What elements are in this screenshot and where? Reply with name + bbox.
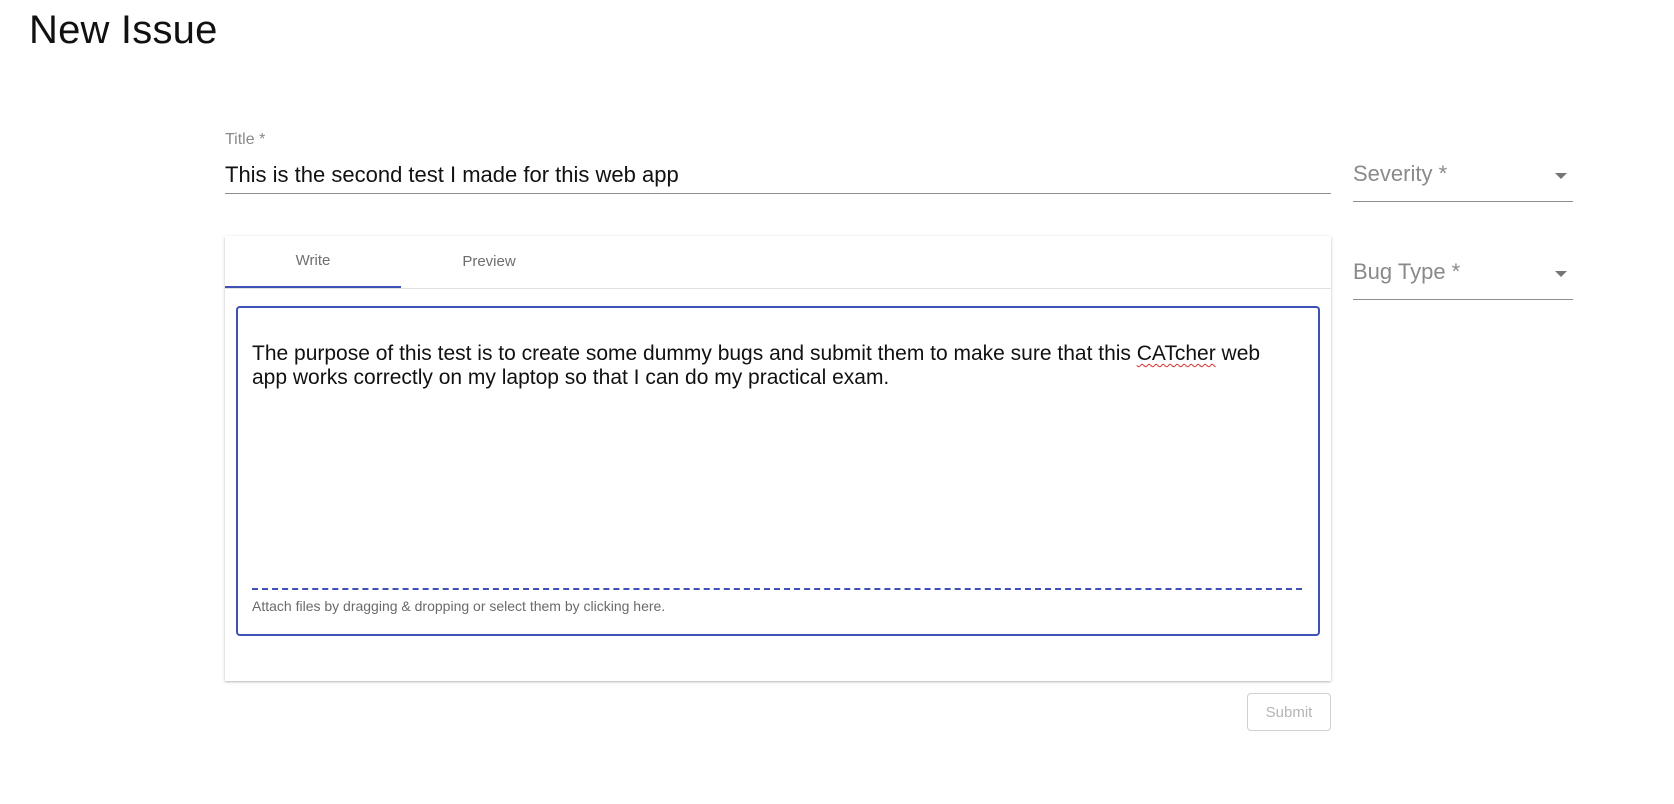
tab-write[interactable]: Write: [225, 236, 401, 288]
bug-type-select[interactable]: Bug Type *: [1353, 253, 1573, 300]
severity-placeholder: Severity *: [1353, 161, 1448, 186]
misspelled-word: CATcher: [1136, 342, 1216, 365]
severity-select[interactable]: Severity *: [1353, 155, 1573, 202]
description-text-part: The purpose of this test is to create so…: [252, 342, 1137, 365]
title-input[interactable]: [225, 157, 1331, 194]
page-title: New Issue: [29, 8, 218, 52]
submit-button[interactable]: Submit: [1247, 693, 1331, 731]
attach-files-hint[interactable]: Attach files by dragging & dropping or s…: [252, 598, 665, 614]
description-textarea[interactable]: The purpose of this test is to create so…: [236, 306, 1320, 636]
editor-tabs: Write Preview: [225, 236, 1331, 289]
tab-preview[interactable]: Preview: [401, 236, 577, 288]
title-field[interactable]: Title *: [225, 131, 1331, 197]
title-label: Title *: [225, 131, 266, 148]
dropdown-arrow-icon: [1555, 271, 1567, 277]
dropdown-arrow-icon: [1555, 173, 1567, 179]
description-editor-card: Write Preview The purpose of this test i…: [225, 236, 1331, 681]
description-text[interactable]: The purpose of this test is to create so…: [252, 342, 1298, 390]
drop-zone-divider: [252, 588, 1302, 590]
bug-type-placeholder: Bug Type *: [1353, 259, 1461, 284]
